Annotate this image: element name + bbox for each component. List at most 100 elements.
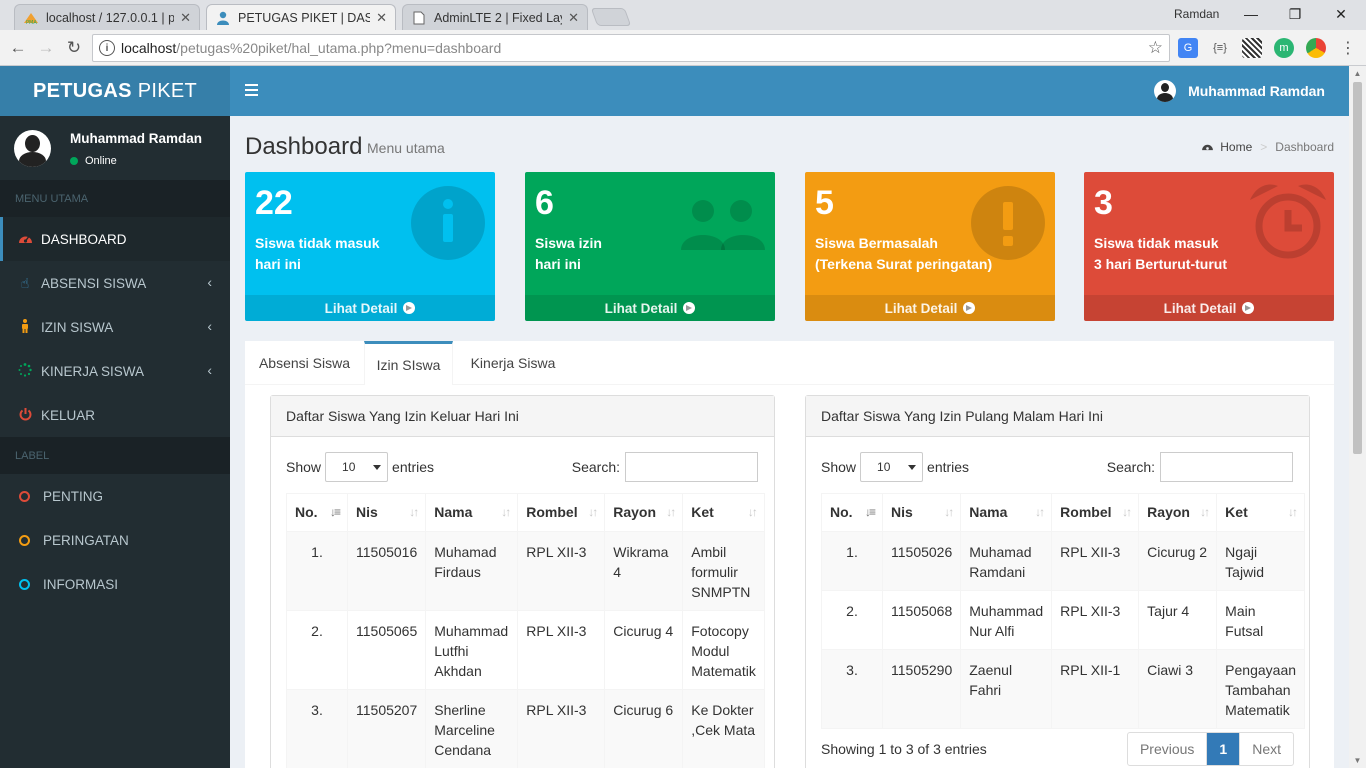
column-header-no[interactable]: No. ↓≡	[286, 493, 348, 532]
qr-code-extension-icon[interactable]	[1242, 38, 1262, 58]
stat-label: Siswa tidak masuk hari ini	[255, 235, 380, 272]
address-bar[interactable]: i localhost/petugas%20piket/hal_utama.ph…	[92, 34, 1170, 62]
stat-number: 6	[535, 184, 554, 222]
column-header-nis[interactable]: Nis ↓↑	[881, 493, 962, 532]
column-header-no[interactable]: No. ↓≡	[821, 493, 883, 532]
cell-rombel: RPL XII-3	[517, 689, 606, 768]
close-tab-icon[interactable]: ✕	[180, 10, 191, 26]
sidebar-label-peringatan[interactable]: PERINGATAN	[0, 518, 230, 562]
scroll-up-icon[interactable]: ▲	[1353, 69, 1362, 78]
search-label: Search:	[1106, 459, 1155, 475]
sidebar-item-kinerja-siswa[interactable]: KINERJA SISWA ‹	[0, 349, 230, 393]
translate-extension-icon[interactable]: G	[1178, 38, 1198, 58]
panel-title: Daftar Siswa Yang Izin Pulang Malam Hari…	[806, 396, 1309, 437]
column-header-rombel[interactable]: Rombel ↓↑	[517, 493, 606, 532]
column-header-rombel[interactable]: Rombel ↓↑	[1051, 493, 1140, 532]
cell-nis: 11505207	[346, 689, 427, 768]
m-extension-icon[interactable]: m	[1274, 38, 1294, 58]
sidebar-label-penting[interactable]: PENTING	[0, 474, 230, 518]
close-tab-icon[interactable]: ✕	[568, 10, 579, 26]
tab-izin-siswa[interactable]: Izin SIswa	[364, 341, 453, 385]
json-extension-icon[interactable]: {≡}	[1210, 38, 1230, 58]
browser-tab-petugas-piket[interactable]: PETUGAS PIKET | DASHBO ✕	[206, 4, 396, 30]
scrollbar-thumb[interactable]	[1353, 82, 1362, 454]
sidebar-item-izin-siswa[interactable]: IZIN SISWA ‹	[0, 305, 230, 349]
chevron-left-icon: ‹	[207, 362, 212, 378]
site-info-icon[interactable]: i	[99, 40, 115, 56]
search-input[interactable]	[1160, 452, 1293, 482]
sidebar-item-keluar[interactable]: KELUAR	[0, 393, 230, 437]
entries-label: entries	[927, 459, 970, 475]
arrow-circle-right-icon	[963, 302, 976, 314]
lihat-detail-link[interactable]: Lihat Detail	[805, 295, 1055, 321]
tab-absensi-siswa[interactable]: Absensi Siswa	[245, 341, 364, 385]
cell-rombel: RPL XII-3	[517, 610, 606, 690]
tab-title: PETUGAS PIKET | DASHBO	[238, 10, 370, 25]
sidebar-label-informasi[interactable]: INFORMASI	[0, 562, 230, 606]
table-row: 3. 11505290 Zaenul Fahri RPL XII-1 Ciawi…	[821, 649, 1306, 729]
restore-icon[interactable]: ❐	[1284, 3, 1306, 25]
entries-select[interactable]: 10	[860, 452, 924, 482]
sidebar-item-label: ABSENSI SISWA	[41, 275, 147, 291]
entries-select[interactable]: 10	[325, 452, 389, 482]
cell-nama: Zaenul Fahri	[960, 649, 1053, 729]
previous-button[interactable]: Previous	[1128, 733, 1206, 765]
sidebar-header-main: MENU UTAMA	[0, 180, 230, 217]
sidebar-label-text: PENTING	[43, 488, 104, 504]
hand-pointer-icon: ☝	[20, 274, 30, 291]
sort-icon: ↓↑	[1200, 505, 1210, 519]
column-header-nama[interactable]: Nama ↓↑	[960, 493, 1053, 532]
stat-number: 3	[1094, 184, 1113, 222]
sort-icon: ↓↑	[588, 505, 598, 519]
phpmyadmin-favicon-icon: PMA	[23, 10, 39, 26]
new-tab-button[interactable]	[590, 8, 632, 26]
column-header-ket[interactable]: Ket ↓↑	[1216, 493, 1306, 532]
cell-ket: Ambil formulir SNMPTN	[682, 531, 765, 611]
stat-box-izin: 6 Siswa izin hari ini Lihat Detail	[525, 172, 775, 321]
reload-icon[interactable]: ↻	[62, 36, 86, 60]
lihat-detail-link[interactable]: Lihat Detail	[525, 295, 775, 321]
breadcrumb-home[interactable]: Home	[1220, 140, 1252, 154]
sidebar-item-dashboard[interactable]: DASHBOARD	[0, 217, 230, 261]
breadcrumb-current: Dashboard	[1275, 140, 1334, 154]
lihat-detail-link[interactable]: Lihat Detail	[1084, 295, 1334, 321]
column-header-nama[interactable]: Nama ↓↑	[425, 493, 519, 532]
browser-tab-adminlte[interactable]: AdminLTE 2 | Fixed Layou ✕	[402, 4, 588, 30]
cell-rayon: Wikrama 4	[604, 531, 684, 611]
browser-menu-icon[interactable]: ⋮	[1338, 38, 1358, 58]
window-user-name[interactable]: Ramdan	[1174, 7, 1219, 21]
scroll-down-icon[interactable]: ▼	[1353, 756, 1362, 765]
cell-no: 3.	[286, 689, 348, 768]
minimize-icon[interactable]: —	[1240, 3, 1262, 25]
content-wrapper: Dashboard Menu utama Home > Dashboard 22…	[230, 116, 1349, 768]
column-header-rayon[interactable]: Rayon ↓↑	[604, 493, 684, 532]
column-header-nis[interactable]: Nis ↓↑	[346, 493, 427, 532]
back-arrow-icon[interactable]: ←	[6, 36, 30, 60]
cell-no: 2.	[286, 610, 348, 690]
panel-izin-pulang-malam: Daftar Siswa Yang Izin Pulang Malam Hari…	[805, 395, 1310, 768]
next-button[interactable]: Next	[1239, 733, 1293, 765]
sidebar-item-absensi-siswa[interactable]: ☝ ABSENSI SISWA ‹	[0, 261, 230, 305]
column-header-rayon[interactable]: Rayon ↓↑	[1138, 493, 1218, 532]
close-tab-icon[interactable]: ✕	[376, 10, 387, 26]
chrome-profile-icon[interactable]	[1306, 38, 1326, 58]
search-input[interactable]	[625, 452, 758, 482]
sidebar-toggle-icon[interactable]	[245, 84, 258, 99]
navbar-user-menu[interactable]: Muhammad Ramdan	[1154, 80, 1325, 102]
browser-tab-phpmyadmin[interactable]: PMA localhost / 127.0.0.1 | php ✕	[14, 4, 200, 30]
bookmark-star-icon[interactable]: ☆	[1148, 38, 1163, 58]
page-1-button[interactable]: 1	[1206, 733, 1240, 765]
lihat-detail-link[interactable]: Lihat Detail	[245, 295, 495, 321]
page-scrollbar[interactable]: ▲ ▼	[1349, 66, 1366, 768]
url-host: localhost	[121, 40, 177, 56]
navbar-avatar	[1154, 80, 1177, 102]
app-logo[interactable]: PETUGAS PIKET	[0, 66, 230, 116]
cell-rombel: RPL XII-3	[1051, 531, 1140, 591]
logo-bold-text: PETUGAS	[32, 79, 132, 102]
forward-arrow-icon[interactable]: →	[34, 36, 58, 60]
column-header-ket[interactable]: Ket ↓↑	[682, 493, 765, 532]
close-window-icon[interactable]: ✕	[1330, 3, 1352, 25]
nav-tabs-custom: Absensi Siswa Izin SIswa Kinerja Siswa D…	[245, 341, 1334, 768]
sidebar-item-label: KINERJA SISWA	[41, 363, 145, 379]
tab-kinerja-siswa[interactable]: Kinerja Siswa	[458, 341, 568, 385]
